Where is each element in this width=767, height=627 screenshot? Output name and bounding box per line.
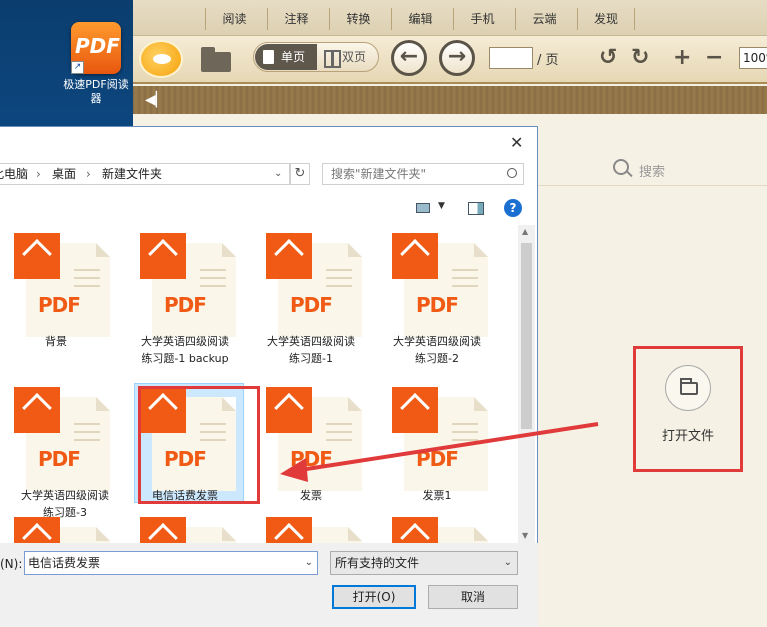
annotation-arrow bbox=[280, 422, 599, 482]
